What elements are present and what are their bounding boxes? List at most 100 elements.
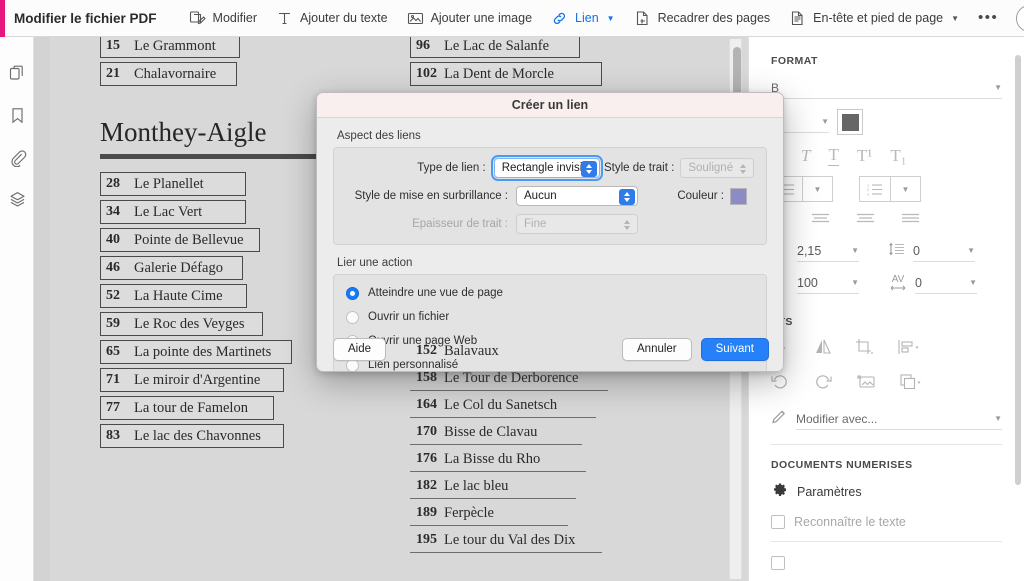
radio-option-1[interactable]: Ouvrir un fichier bbox=[346, 307, 754, 327]
numbered-list-control[interactable]: 1 2 3 ▼ bbox=[859, 176, 921, 202]
edit-with-select[interactable]: Modifier avec... ▼ bbox=[796, 408, 1002, 430]
toc-row[interactable]: 195 Le tour du Val des Dix bbox=[410, 528, 602, 553]
horizontal-scale-field[interactable]: 100 ▼ bbox=[797, 272, 859, 294]
tracking-row: 100 ▼ AV 0 ▼ bbox=[749, 272, 1024, 294]
radio-option-label: Ouvrir un fichier bbox=[368, 311, 450, 323]
replace-image-icon[interactable] bbox=[855, 373, 877, 396]
toc-row[interactable]: 102 La Dent de Morcle bbox=[410, 61, 710, 87]
help-button[interactable]: Aide bbox=[333, 337, 387, 361]
edit-with-row[interactable]: Modifier avec... ▼ bbox=[749, 408, 1024, 430]
toc-row[interactable]: 164 Le Col du Sanetsch bbox=[410, 393, 596, 418]
align-center-icon[interactable] bbox=[856, 212, 875, 230]
toc-entry-title: Le Grammont bbox=[134, 37, 216, 54]
svg-text:3: 3 bbox=[867, 191, 870, 196]
toc-page-number: 176 bbox=[416, 451, 437, 466]
font-family-select[interactable]: B ▼ bbox=[771, 77, 1002, 99]
active-tool-indicator bbox=[0, 0, 5, 37]
toc-row[interactable]: 77 La tour de Famelon bbox=[100, 395, 390, 421]
toc-row[interactable]: 15 Le Grammont bbox=[100, 37, 390, 59]
font-color-swatch[interactable] bbox=[837, 109, 863, 135]
line-thickness-label: Epaisseur de trait : bbox=[412, 218, 508, 230]
subscript-T-icon[interactable]: T₁ bbox=[890, 146, 906, 166]
toc-row[interactable]: 21 Chalavornaire bbox=[100, 61, 390, 87]
rotate-right-icon[interactable] bbox=[813, 373, 833, 396]
toc-row[interactable]: 83 Le lac des Chavonnes bbox=[100, 423, 390, 449]
sidebar-item-page-thumbnails[interactable] bbox=[0, 55, 34, 97]
recognize-text-checkbox[interactable] bbox=[771, 515, 785, 529]
crop-icon[interactable] bbox=[855, 338, 875, 361]
align-left-icon[interactable] bbox=[811, 212, 830, 230]
toc-entry-title: Bisse de Clavau bbox=[444, 423, 538, 440]
dialog-footer: Aide Annuler Suivant bbox=[317, 327, 783, 371]
tracking-field[interactable]: 0 ▼ bbox=[915, 272, 977, 294]
appearance-group-label: Aspect des liens bbox=[337, 130, 421, 142]
underline-T-icon[interactable]: T bbox=[828, 145, 839, 166]
recognize-text-label: Reconnaître le texte bbox=[794, 515, 906, 529]
sidebar-item-attachments[interactable] bbox=[0, 139, 34, 181]
spacing-row: 2,15 ▼ 0 ▼ bbox=[749, 240, 1024, 262]
line-style-select[interactable]: Souligné bbox=[680, 158, 754, 178]
select-stepper-icon[interactable] bbox=[619, 217, 635, 233]
superscript-T-icon[interactable]: T¹ bbox=[857, 146, 872, 166]
toolbar-button-ajouter-une-image[interactable]: Ajouter une image bbox=[397, 6, 541, 31]
link-color-swatch[interactable] bbox=[730, 187, 747, 205]
cancel-button[interactable]: Annuler bbox=[622, 337, 692, 361]
radio-button[interactable] bbox=[346, 310, 359, 324]
italic-T-icon[interactable]: T bbox=[801, 146, 810, 166]
select-stepper-icon[interactable] bbox=[735, 161, 751, 177]
sidebar-item-layers[interactable] bbox=[0, 181, 34, 223]
arrange-icon[interactable] bbox=[899, 373, 921, 396]
toolbar-button-recadrer-des-pages[interactable]: Recadrer des pages bbox=[624, 6, 780, 31]
toc-entry-title: Le miroir d'Argentine bbox=[134, 371, 261, 388]
flip-horizontal-icon[interactable] bbox=[813, 338, 833, 361]
align-justify-icon[interactable] bbox=[901, 212, 920, 230]
paragraph-spacing-field[interactable]: 0 ▼ bbox=[913, 240, 975, 262]
radio-button[interactable] bbox=[346, 286, 359, 300]
line-thickness-select[interactable]: Fine bbox=[516, 214, 638, 234]
recognize-text-row[interactable]: Reconnaître le texte bbox=[749, 515, 1024, 529]
numbered-list-icon[interactable]: 1 2 3 bbox=[860, 177, 890, 201]
toc-entry-title: Ferpècle bbox=[444, 504, 494, 521]
toc-row[interactable]: 189 Ferpècle bbox=[410, 501, 568, 526]
settings-row[interactable]: Paramètres bbox=[749, 481, 1024, 503]
close-button[interactable]: Fermer bbox=[1016, 4, 1024, 32]
line-spacing-field[interactable]: 2,15 ▼ bbox=[797, 240, 859, 262]
sidebar-item-bookmarks[interactable] bbox=[0, 97, 34, 139]
rotate-left-icon[interactable] bbox=[771, 373, 791, 396]
toc-entry-title: La Haute Cime bbox=[134, 287, 223, 304]
select-stepper-icon[interactable] bbox=[619, 189, 635, 205]
bookmark-icon bbox=[8, 106, 27, 130]
align-objects-icon[interactable] bbox=[897, 338, 919, 361]
objects-section-title: ETS bbox=[771, 316, 1024, 328]
toc-row[interactable]: 182 Le lac bleu bbox=[410, 474, 576, 499]
chevron-down-icon[interactable]: ▼ bbox=[951, 14, 959, 23]
paragraph-spacing-icon bbox=[889, 242, 905, 261]
chevron-down-icon[interactable]: ▼ bbox=[890, 177, 920, 201]
chevron-down-icon: ▼ bbox=[994, 83, 1002, 92]
toc-row[interactable]: 176 La Bisse du Rho bbox=[410, 447, 586, 472]
toolbar-button-lien[interactable]: Lien ▼ bbox=[541, 6, 624, 31]
select-stepper-icon[interactable] bbox=[581, 161, 598, 177]
scrollbar-thumb[interactable] bbox=[1015, 55, 1021, 485]
toolbar-button-en-tete-et-pied-de-page[interactable]: En-tête et pied de page ▼ bbox=[779, 6, 968, 31]
radio-option-0[interactable]: Atteindre une vue de page bbox=[346, 283, 754, 303]
toolbar-title: Modifier le fichier PDF bbox=[14, 10, 157, 26]
toc-row[interactable]: 170 Bisse de Clavau bbox=[410, 420, 582, 445]
toolbar-button-modifier[interactable]: Modifier bbox=[179, 6, 266, 31]
toc-entry-title: La pointe des Martinets bbox=[134, 343, 272, 360]
toc-page-number: 189 bbox=[416, 505, 437, 520]
toolbar-more-button[interactable]: ••• bbox=[968, 10, 1008, 25]
next-button[interactable]: Suivant bbox=[700, 337, 769, 361]
link-type-select[interactable]: Rectangle invisible bbox=[490, 155, 604, 181]
panel-scrollbar[interactable] bbox=[1014, 37, 1022, 581]
toc-entry-title: La Dent de Morcle bbox=[444, 65, 554, 82]
chevron-down-icon[interactable]: ▼ bbox=[802, 177, 832, 201]
extra-option-row[interactable] bbox=[749, 556, 1024, 570]
toc-page-number: 195 bbox=[416, 532, 437, 547]
toolbar-button-ajouter-du-texte[interactable]: Ajouter du texte bbox=[266, 6, 397, 31]
highlight-style-select[interactable]: Aucun bbox=[516, 186, 638, 206]
toc-row[interactable]: 158 Le Tour de Derborence bbox=[410, 366, 608, 391]
extra-option-checkbox[interactable] bbox=[771, 556, 785, 570]
toc-row[interactable]: 96 Le Lac de Salanfe bbox=[410, 37, 710, 59]
chevron-down-icon[interactable]: ▼ bbox=[607, 14, 615, 23]
